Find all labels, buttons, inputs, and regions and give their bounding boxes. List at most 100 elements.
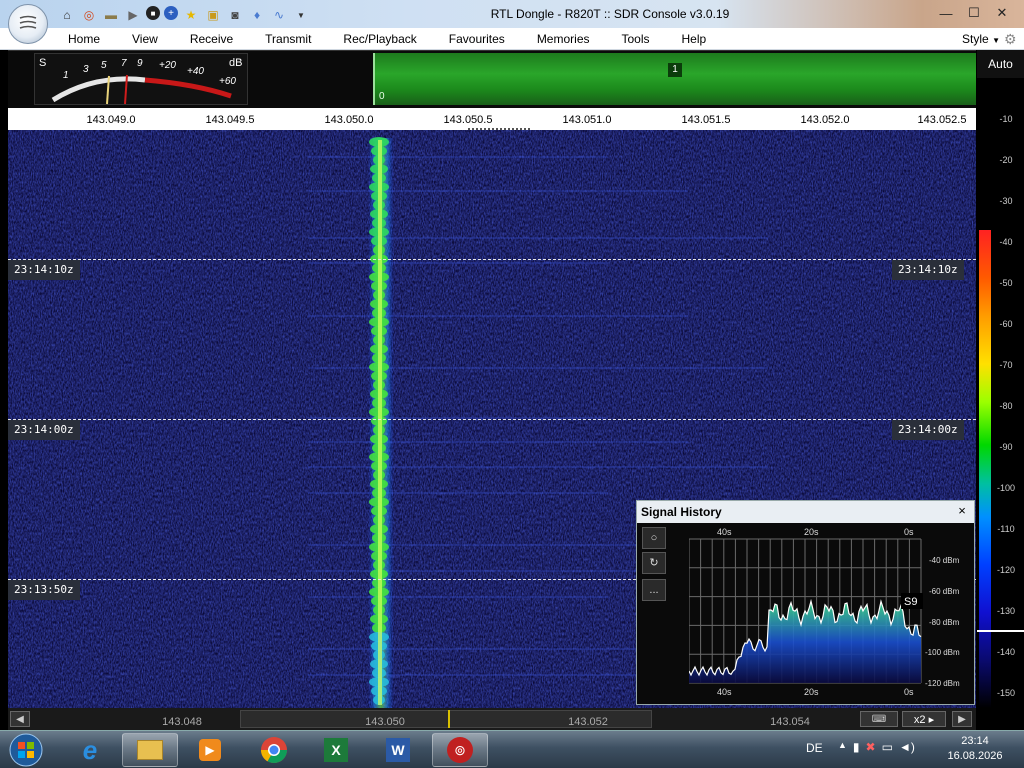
more-button[interactable]: ... xyxy=(642,579,666,601)
tuning-marker xyxy=(448,710,450,728)
menu-favourites[interactable]: Favourites xyxy=(433,28,521,50)
media-player-icon: ▶ xyxy=(199,739,221,761)
close-icon[interactable]: ✕ xyxy=(988,2,1016,24)
folder-icon[interactable]: ▬ xyxy=(102,6,120,24)
play-icon[interactable]: ▶ xyxy=(124,6,142,24)
windows-logo-icon xyxy=(9,733,43,767)
app-menu-icon xyxy=(19,15,37,29)
time-marker-label: 23:14:10z xyxy=(892,260,964,280)
db-threshold-line[interactable] xyxy=(977,630,1024,632)
display-icon[interactable]: ▭ xyxy=(882,740,893,754)
menu-view[interactable]: View xyxy=(116,28,174,50)
scroll-freq-label: 143.054 xyxy=(770,716,810,728)
bandwidth-zero: 0 xyxy=(379,91,385,102)
lock-icon[interactable]: ▣ xyxy=(204,6,222,24)
x-label-0s-top: 0s xyxy=(904,527,914,537)
word-icon: W xyxy=(386,738,410,762)
x-label-20s-top: 20s xyxy=(804,527,819,537)
sdr-console-icon: ⊚ xyxy=(447,737,473,763)
signal-history-titlebar[interactable]: Signal History × xyxy=(637,501,974,523)
app-orb-button[interactable] xyxy=(8,4,48,44)
gear-icon[interactable]: ⚙ xyxy=(1004,31,1020,47)
bandwidth-marker[interactable]: 1 xyxy=(668,63,682,77)
close-icon[interactable]: × xyxy=(954,503,970,519)
freq-label: 143.050.0 xyxy=(324,114,374,126)
dropdown-icon[interactable]: ▼ xyxy=(292,6,310,24)
refresh-button[interactable]: ↻ xyxy=(642,552,666,574)
show-hidden-icons-icon[interactable]: ▲ xyxy=(838,740,847,754)
bandwidth-display[interactable]: 1 0 xyxy=(373,53,976,105)
signal-history-title: Signal History xyxy=(641,505,722,519)
time-marker-label: 23:13:50z xyxy=(8,580,80,600)
taskbar-app[interactable]: X xyxy=(308,733,364,767)
x-label-40s-top: 40s xyxy=(717,527,732,537)
usb-icon[interactable]: ▮ xyxy=(853,740,860,754)
taskbar-app[interactable]: ⊚ xyxy=(432,733,488,767)
record-button[interactable]: ○ xyxy=(642,527,666,549)
bottom-frequency-scroll[interactable]: 143.048 143.050 143.052 143.054 ◀ ⌨ x2 ▸… xyxy=(8,708,976,730)
db-scale-label: -140 xyxy=(996,647,1015,657)
menu-transmit[interactable]: Transmit xyxy=(249,28,327,50)
style-menu[interactable]: Style ▼ xyxy=(962,28,1000,52)
s-badge: S9 xyxy=(904,596,917,608)
maximize-icon[interactable]: ☐ xyxy=(960,2,988,24)
y-label-60dbm: -60 dBm xyxy=(929,587,960,596)
excel-icon: X xyxy=(324,738,348,762)
s-meter-s-label: S xyxy=(39,57,47,69)
db-scale-label: -40 xyxy=(991,237,1021,247)
taskbar-app[interactable]: W xyxy=(370,733,426,767)
star-icon[interactable]: ★ xyxy=(182,6,200,24)
zoom-button[interactable]: x2 ▸ xyxy=(902,711,946,727)
time-marker-line xyxy=(8,419,976,420)
db-scale-bar[interactable]: -10 -20 -30 -40 -50 -60 -70 -80 -90 -100 -110 -120 -… xyxy=(977,78,1024,728)
y-label-80dbm: -80 dBm xyxy=(929,618,960,627)
scroll-freq-label: 143.048 xyxy=(162,716,202,728)
x-label-0s-bottom: 0s xyxy=(904,687,914,697)
menu-memories[interactable]: Memories xyxy=(521,28,606,50)
auto-button[interactable]: Auto xyxy=(977,50,1024,78)
taskbar-app[interactable]: e xyxy=(62,733,118,767)
s-meter-scale-5: 5 xyxy=(101,60,107,71)
signal-history-panel: Signal History × ○ ↻ ... 40s 20s 0s 40s … xyxy=(636,500,975,705)
freq-label: 143.052.0 xyxy=(800,114,850,126)
camera-icon[interactable]: ◙ xyxy=(226,6,244,24)
freq-label: 143.049.5 xyxy=(205,114,255,126)
taskbar-app[interactable] xyxy=(122,733,178,767)
drop-icon[interactable]: ♦ xyxy=(248,6,266,24)
menu-help[interactable]: Help xyxy=(666,28,723,50)
menu-tools[interactable]: Tools xyxy=(606,28,666,50)
volume-icon[interactable]: ◄) xyxy=(899,740,915,754)
y-label-40dbm: -40 dBm xyxy=(929,556,960,565)
language-indicator[interactable]: DE xyxy=(806,741,823,755)
taskbar-app[interactable] xyxy=(246,733,302,767)
taskbar-app[interactable]: ▶ xyxy=(182,733,238,767)
menu-rec-playback[interactable]: Rec/Playback xyxy=(327,28,432,50)
scroll-left-icon[interactable]: ◀ xyxy=(10,711,30,727)
scroll-right-icon[interactable]: ▶ xyxy=(952,711,972,727)
menu-receive[interactable]: Receive xyxy=(174,28,249,50)
time-marker-label: 23:14:00z xyxy=(892,420,964,440)
network-icon[interactable]: ✖ xyxy=(866,740,876,754)
chevron-down-icon: ▼ xyxy=(992,36,1000,45)
minimize-icon[interactable]: — xyxy=(932,2,960,24)
freq-label: 143.050.5 xyxy=(443,114,493,126)
wave-icon[interactable]: ∿ xyxy=(270,6,288,24)
home-icon[interactable]: ⌂ xyxy=(58,6,76,24)
s-meter: S dB 1 3 5 7 9 +20 +40 +60 xyxy=(34,53,248,105)
s-meter-scale-3: 3 xyxy=(83,64,89,75)
stop-icon[interactable]: ■ xyxy=(146,6,160,20)
lifebuoy-icon[interactable]: ◎ xyxy=(80,6,98,24)
db-color-gradient xyxy=(979,230,991,708)
menu-home[interactable]: Home xyxy=(52,28,116,50)
frequency-scale[interactable]: 143.049.0 143.049.5 143.050.0 143.050.5 … xyxy=(8,108,976,131)
db-scale-label: -120 xyxy=(991,565,1021,575)
clock[interactable]: 23:14 16.08.2026 xyxy=(930,734,1020,764)
plus-icon[interactable]: + xyxy=(164,6,178,20)
keyboard-icon[interactable]: ⌨ xyxy=(860,711,898,727)
start-button[interactable] xyxy=(4,732,48,768)
freq-label: 143.051.5 xyxy=(681,114,731,126)
folder-icon xyxy=(137,740,163,760)
db-scale-label: -100 xyxy=(991,483,1021,493)
s-meter-scale-plus20: +20 xyxy=(159,60,176,71)
window-controls: — ☐ ✕ xyxy=(932,2,1016,24)
